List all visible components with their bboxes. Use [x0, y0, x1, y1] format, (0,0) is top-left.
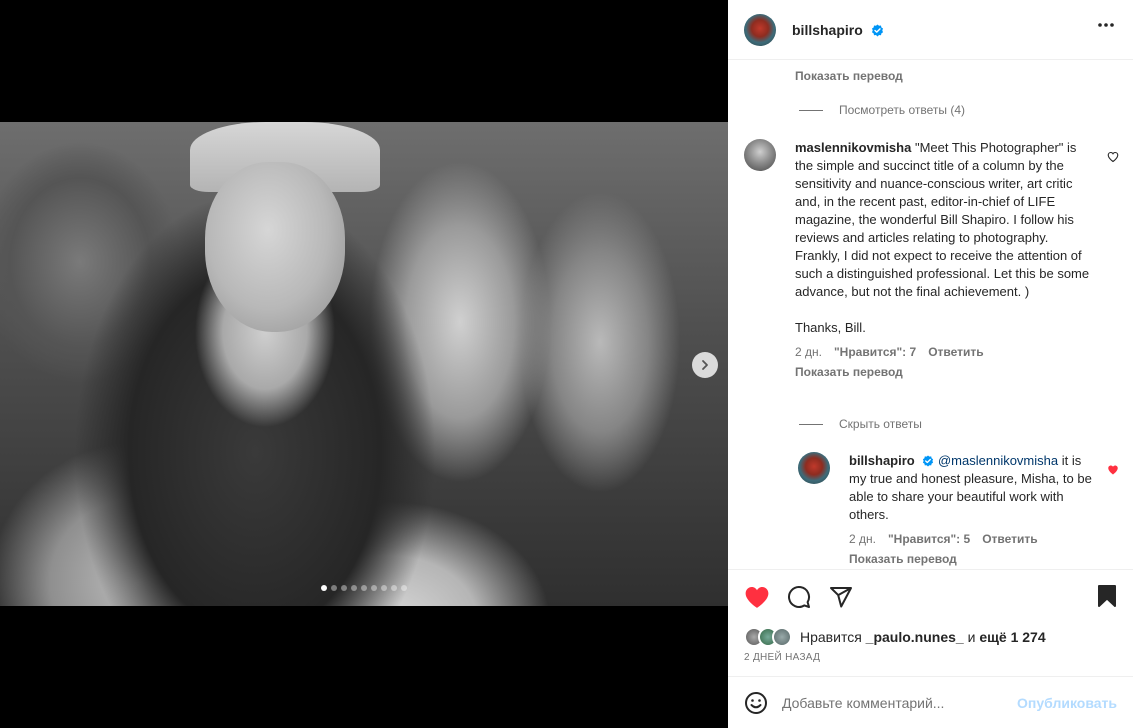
replies-divider-line	[799, 423, 823, 425]
reply-time[interactable]: 2 дн.	[849, 530, 876, 548]
show-translation-link[interactable]: Показать перевод	[795, 69, 903, 83]
liker-username-link[interactable]: _paulo.nunes_	[866, 629, 964, 645]
comment-meta: 2 дн. "Нравится": 7 Ответить	[795, 343, 1095, 361]
comment-text-thanks: Thanks, Bill.	[795, 320, 866, 335]
chevron-right-icon	[702, 360, 708, 370]
hide-replies-label: Скрыть ответы	[839, 417, 922, 431]
author-username-link[interactable]: billshapiro	[792, 22, 884, 38]
carousel-dot	[391, 585, 397, 591]
comment-likes[interactable]: "Нравится": 7	[834, 343, 916, 361]
paper-plane-icon	[830, 587, 852, 608]
post-side-panel: billshapiro Показать перевод Посмотреть …	[728, 0, 1133, 728]
reply-username[interactable]: billshapiro	[849, 453, 915, 468]
reply-translate-link[interactable]: Показать перевод	[849, 550, 1095, 568]
author-avatar[interactable]	[744, 13, 776, 46]
reply-reply-button[interactable]: Ответить	[982, 530, 1037, 548]
carousel-dot	[361, 585, 367, 591]
verified-badge-icon	[871, 24, 883, 36]
view-replies-label: Посмотреть ответы (4)	[839, 103, 966, 117]
share-button[interactable]	[828, 584, 854, 610]
comment-icon	[788, 586, 811, 608]
photo-face-shape	[205, 162, 345, 332]
reply-item: billshapiro @maslennikovmisha it is my t…	[798, 452, 1118, 568]
like-button[interactable]	[744, 584, 770, 610]
carousel-dots	[0, 585, 728, 591]
likes-and: и	[967, 629, 976, 645]
likers-avatars[interactable]	[744, 627, 792, 647]
emoji-button[interactable]	[744, 691, 768, 715]
view-replies-button[interactable]: Посмотреть ответы (4)	[799, 103, 965, 117]
reply-author-avatar[interactable]	[798, 452, 830, 484]
comment-input[interactable]	[782, 694, 1018, 711]
comment-text: "Meet This Photographer" is the simple a…	[795, 140, 1090, 299]
bookmark-icon[interactable]	[1097, 584, 1117, 608]
heart-icon	[745, 587, 769, 608]
carousel-dot	[381, 585, 387, 591]
comments-list[interactable]: Показать перевод Посмотреть ответы (4) m…	[728, 61, 1133, 569]
post-date[interactable]: 2 ДНЕЙ НАЗАД	[744, 652, 820, 663]
comment-time[interactable]: 2 дн.	[795, 343, 822, 361]
carousel-dot	[351, 585, 357, 591]
reply-body: billshapiro @maslennikovmisha it is my t…	[849, 452, 1095, 568]
carousel-dot	[401, 585, 407, 591]
reply-liked-heart-icon[interactable]	[1107, 464, 1119, 476]
carousel-dot	[371, 585, 377, 591]
comment-like-heart-icon[interactable]	[1107, 151, 1119, 163]
emoji-icon	[745, 691, 767, 714]
likes-summary: Нравится _paulo.nunes_ и ещё 1 274	[744, 627, 1046, 647]
comment-reply-button[interactable]: Ответить	[928, 343, 983, 361]
liker-avatar	[772, 627, 792, 647]
comment-translate-link[interactable]: Показать перевод	[795, 363, 1095, 381]
reply-likes[interactable]: "Нравится": 5	[888, 530, 970, 548]
commenter-avatar[interactable]	[744, 139, 776, 171]
comment-body: maslennikovmisha "Meet This Photographer…	[795, 139, 1095, 381]
verified-badge-icon	[923, 455, 934, 467]
next-photo-button[interactable]	[692, 352, 718, 378]
post-media	[0, 0, 728, 728]
carousel-dot	[331, 585, 337, 591]
carousel-dot	[341, 585, 347, 591]
commenter-username[interactable]: maslennikovmisha	[795, 140, 911, 155]
reply-meta: 2 дн. "Нравится": 5 Ответить	[849, 530, 1095, 548]
comment-item: maslennikovmisha "Meet This Photographer…	[744, 139, 1119, 381]
author-username[interactable]: billshapiro	[792, 22, 863, 38]
carousel-dot	[321, 585, 327, 591]
add-comment-bar: Опубликовать	[728, 676, 1133, 728]
post-photo[interactable]	[0, 122, 728, 606]
post-actions: Нравится _paulo.nunes_ и ещё 1 274 2 ДНЕ…	[728, 569, 1133, 676]
more-horizontal-icon[interactable]	[1097, 22, 1115, 28]
post-header: billshapiro	[728, 0, 1133, 60]
replies-divider-line	[799, 109, 823, 111]
hide-replies-button[interactable]: Скрыть ответы	[799, 417, 922, 431]
publish-button[interactable]: Опубликовать	[1017, 695, 1117, 711]
action-icons	[744, 584, 854, 610]
likes-prefix: Нравится	[800, 629, 862, 645]
likes-more-link[interactable]: ещё 1 274	[979, 629, 1045, 645]
comment-button[interactable]	[786, 584, 812, 610]
reply-mention-link[interactable]: @maslennikovmisha	[938, 453, 1058, 468]
